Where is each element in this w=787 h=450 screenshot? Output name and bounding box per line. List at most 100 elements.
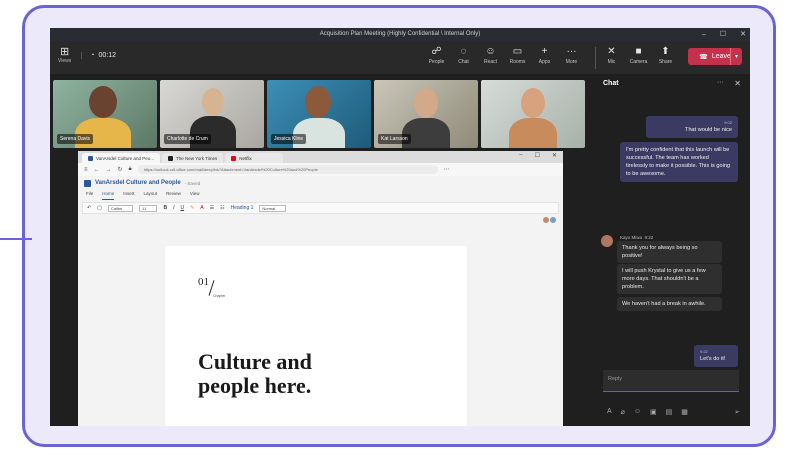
button-label: Apps — [538, 59, 551, 65]
style-select[interactable]: Normal — [259, 204, 287, 212]
ribbon-tab[interactable]: Review — [166, 191, 181, 200]
refresh-icon[interactable]: ↻ — [118, 166, 123, 173]
shared-browser-window: VanArsdel Culture and Peo... The New Yor… — [78, 151, 563, 426]
connector-line — [0, 238, 32, 240]
button-label: Chat — [458, 59, 469, 65]
document-heading: Culture and people here. — [198, 349, 312, 398]
participant-tile[interactable]: Jessica Kline — [267, 80, 371, 148]
participant-tile[interactable]: Charlotte de Crum — [160, 80, 264, 148]
font-color-icon[interactable]: A — [200, 205, 203, 211]
italic-button[interactable]: I — [173, 205, 174, 211]
gif-icon[interactable]: ▣ — [650, 408, 657, 416]
nyt-icon — [167, 155, 173, 161]
avatar — [543, 217, 549, 223]
share-button[interactable]: ⬆ Share — [652, 45, 679, 65]
compose-toolbar: A ⌀ ☺ ▣ ▤ ▦ — [607, 408, 688, 416]
camera-button[interactable]: ■ Camera — [625, 45, 652, 65]
font-select[interactable]: Calibri — [107, 204, 134, 212]
chapter-number: 01 — [198, 276, 209, 288]
undo-icon[interactable]: ↶ — [87, 205, 91, 211]
minimize-button[interactable]: – — [702, 28, 706, 41]
emoji-icon[interactable]: ☺ — [634, 408, 641, 416]
close-button[interactable]: ✕ — [552, 152, 557, 159]
browser-tab[interactable]: The New York Times — [161, 153, 224, 163]
chevron-down-icon[interactable]: ▾ — [730, 48, 742, 65]
menu-icon[interactable]: ≡ — [84, 167, 88, 173]
browser-tab[interactable]: VanArsdel Culture and Peo... — [82, 153, 160, 163]
ribbon-tab[interactable]: Layout — [144, 191, 158, 200]
numbering-icon[interactable]: ☷ — [220, 205, 224, 211]
highlight-icon[interactable]: ✎ — [190, 205, 194, 211]
chat-message: I will push Krystal to give us a few mor… — [617, 264, 722, 294]
document-page[interactable]: 01 Chapter Culture and people here. — [165, 246, 467, 426]
underline-button[interactable]: U — [180, 205, 184, 211]
participant-tile[interactable] — [481, 80, 585, 148]
camera-icon: ■ — [635, 46, 642, 57]
close-icon[interactable]: ✕ — [734, 79, 741, 88]
message-text: I'm pretty confident that this launch wi… — [626, 147, 731, 177]
back-icon[interactable]: ← — [94, 167, 100, 173]
tab-label: The New York Times — [175, 155, 218, 161]
teams-meeting-window: Acquisition Plan Meeting (Highly Confide… — [50, 28, 750, 426]
people-button[interactable]: ☍ People — [423, 45, 450, 65]
clipboard-icon[interactable]: ▢ — [97, 205, 102, 211]
people-icon: ☍ — [431, 46, 442, 57]
lock-icon: 🔒︎ — [128, 166, 132, 172]
bullets-icon[interactable]: ☰ — [210, 205, 214, 211]
rooms-button[interactable]: ▭ Rooms — [504, 45, 531, 65]
chat-icon: ◌ — [460, 46, 467, 57]
button-label: More — [565, 59, 578, 65]
size-select[interactable]: 11 — [139, 204, 158, 212]
ribbon-tabs: File Home Insert Layout Review View — [78, 191, 563, 200]
ribbon-tab[interactable]: File — [86, 191, 93, 200]
apps-button[interactable]: + Apps — [531, 45, 558, 65]
meeting-timer: ◔ 00:12 — [81, 51, 116, 59]
doc-title[interactable]: VanArsdel Culture and People — [95, 180, 181, 186]
url-bar[interactable]: https://outlook.cdf.office.com/mail/deep… — [137, 165, 438, 174]
format-icon[interactable]: A — [607, 408, 612, 416]
participant-tile[interactable]: Kat Larsson — [374, 80, 478, 148]
extensions-icon[interactable]: ⋯ — [444, 166, 450, 173]
button-label: Mic — [607, 59, 616, 65]
chat-message-mine: I'm pretty confident that this launch wi… — [620, 142, 738, 182]
leave-button[interactable]: ☎ Leave ▾ — [688, 48, 742, 65]
ribbon-tab[interactable]: Home — [102, 191, 115, 200]
chat-button[interactable]: ◌ Chat — [450, 45, 477, 65]
react-button[interactable]: ☺ React — [477, 45, 504, 65]
browser-tab[interactable]: Netflix — [225, 153, 284, 163]
mic-button[interactable]: ✕ Mic — [598, 45, 625, 65]
message-time: 9:22 — [644, 235, 654, 240]
close-button[interactable]: ✕ — [740, 28, 746, 41]
views-button[interactable]: ⊞ Views — [58, 46, 71, 64]
reply-input[interactable]: Reply — [603, 370, 739, 392]
send-icon[interactable]: ➢ — [734, 408, 740, 416]
toolbar-actions: ☍ People ◌ Chat ☺ React ▭ Rooms + Apps ··· More — [423, 45, 585, 65]
attach-icon[interactable]: ⌀ — [621, 408, 625, 416]
more-icon[interactable]: ··· — [717, 79, 724, 86]
schedule-icon[interactable]: ▦ — [681, 408, 688, 416]
style-heading1[interactable]: Heading 1 — [231, 205, 254, 211]
maximize-button[interactable]: ☐ — [720, 28, 726, 41]
netflix-icon — [231, 155, 237, 161]
more-icon: ··· — [566, 46, 577, 57]
button-label: People — [428, 59, 445, 65]
word-icon — [88, 155, 93, 161]
participant-tile[interactable]: Serena Davis — [53, 80, 157, 148]
forward-icon[interactable]: → — [106, 167, 112, 173]
message-time: 9:22 — [700, 349, 708, 354]
tab-label: Netflix — [239, 155, 252, 161]
bold-button[interactable]: B — [163, 205, 167, 211]
participant-name: Charlotte de Crum — [164, 134, 211, 144]
sticker-icon[interactable]: ▤ — [666, 408, 673, 416]
window-title: Acquisition Plan Meeting (Highly Confide… — [319, 31, 481, 37]
more-button[interactable]: ··· More — [558, 45, 585, 65]
message-text: Let's do it! — [700, 356, 726, 362]
ribbon-tab[interactable]: Insert — [123, 191, 134, 200]
maximize-button[interactable]: ☐ — [535, 152, 540, 159]
ribbon-tab[interactable]: View — [190, 191, 200, 200]
formatting-ribbon: ↶ ▢ Calibri 11 B I U ✎ A ☰ ☷ Heading 1 N… — [82, 202, 559, 214]
minimize-button[interactable]: – — [519, 152, 522, 159]
doc-status: - Saved — [184, 180, 201, 186]
tab-label: VanArsdel Culture and Peo... — [96, 155, 154, 161]
meeting-toolbar: ⊞ Views ◔ 00:12 ☍ People ◌ Chat ☺ React ▭ Rooms… — [50, 41, 750, 74]
